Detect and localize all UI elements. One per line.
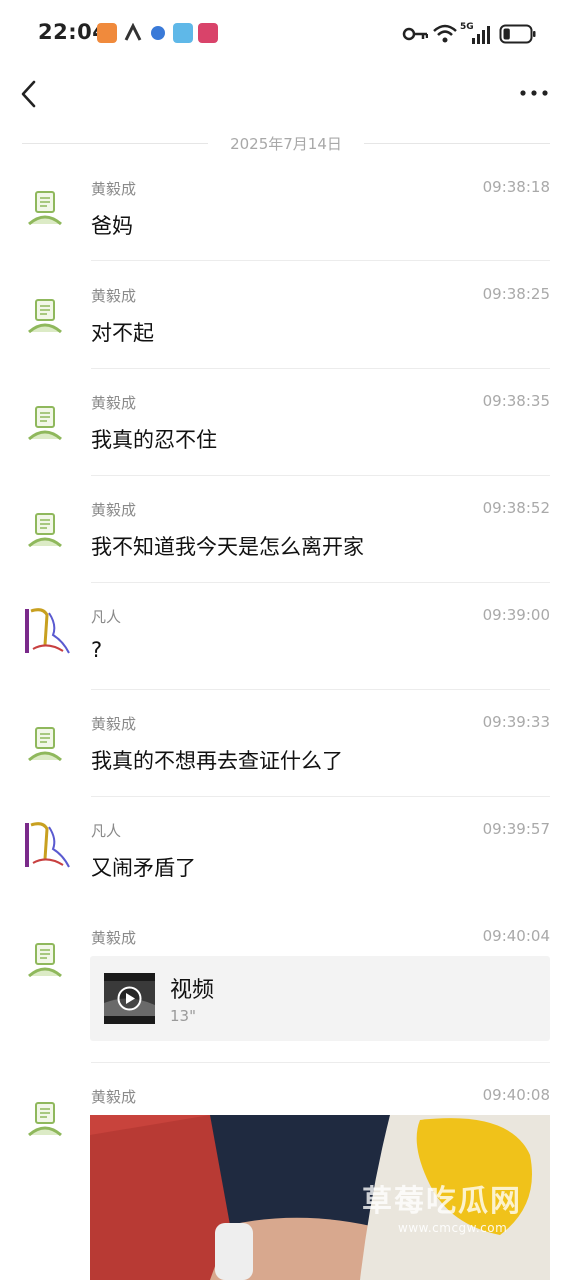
- video-title: 视频: [170, 978, 215, 1003]
- sender-name: 黄毅成: [91, 715, 137, 733]
- message-item[interactable]: 黄毅成 09:38:35 我真的忍不住: [0, 391, 573, 477]
- back-icon[interactable]: [14, 76, 48, 112]
- sender-name: 黄毅成: [91, 394, 137, 412]
- abstract-avatar-icon[interactable]: [23, 819, 73, 871]
- message-text: 对不起: [91, 321, 154, 345]
- nav-bar: [0, 66, 573, 122]
- wifi-icon: [433, 24, 457, 43]
- app-notification-icon-3: [151, 26, 165, 40]
- sender-name: 凡人: [91, 608, 122, 626]
- app-notification-icon-2: [124, 23, 142, 41]
- message-time: 09:40:08: [482, 1086, 550, 1104]
- message-text: 又闹矛盾了: [91, 856, 196, 880]
- doodle-avatar-icon[interactable]: [23, 936, 69, 982]
- message-text: 我真的忍不住: [91, 428, 217, 452]
- doodle-avatar-icon[interactable]: [23, 292, 69, 338]
- message-time: 09:38:52: [482, 499, 550, 517]
- doodle-avatar-icon[interactable]: [23, 399, 69, 445]
- doodle-avatar-icon[interactable]: [23, 184, 69, 230]
- date-separator: 2025年7月14日: [22, 132, 550, 154]
- message-item[interactable]: 黄毅成 09:38:52 我不知道我今天是怎么离开家: [0, 498, 573, 584]
- message-item[interactable]: 黄毅成 09:38:18 爸妈: [0, 176, 573, 262]
- message-item[interactable]: 凡人 09:39:57 又闹矛盾了: [0, 819, 573, 905]
- key-icon: [402, 27, 428, 41]
- message-divider: [91, 796, 550, 797]
- message-item[interactable]: 凡人 09:39:00 ?: [0, 605, 573, 691]
- message-text: ?: [91, 638, 103, 662]
- video-duration: 13": [170, 1007, 196, 1025]
- message-divider: [91, 260, 550, 261]
- status-bar: 22:04 5G: [0, 0, 573, 66]
- message-text: 我不知道我今天是怎么离开家: [91, 535, 364, 559]
- app-notification-icon-4: [173, 23, 193, 43]
- message-item[interactable]: 黄毅成 09:39:33 我真的不想再去查证什么了: [0, 712, 573, 798]
- message-time: 09:39:00: [482, 606, 550, 624]
- doodle-avatar-icon[interactable]: [23, 1095, 69, 1141]
- sender-name: 黄毅成: [91, 501, 137, 519]
- video-thumbnail: [104, 973, 155, 1024]
- more-horizontal-icon[interactable]: [515, 78, 555, 108]
- signal-icon: [472, 26, 490, 44]
- message-time: 09:39:57: [482, 820, 550, 838]
- video-card[interactable]: 视频 13": [90, 956, 550, 1041]
- sender-name: 黄毅成: [91, 1088, 137, 1106]
- message-item[interactable]: 黄毅成 09:38:25 对不起: [0, 284, 573, 370]
- message-divider: [91, 475, 550, 476]
- message-divider: [91, 582, 550, 583]
- watermark-url: www.cmcgw.com: [398, 1221, 508, 1235]
- sender-name: 黄毅成: [91, 929, 137, 947]
- sender-name: 黄毅成: [91, 180, 137, 198]
- sender-name: 黄毅成: [91, 287, 137, 305]
- message-divider: [91, 368, 550, 369]
- app-notification-icon-5: [198, 23, 218, 43]
- date-line-right: [364, 143, 550, 144]
- message-time: 09:39:33: [482, 713, 550, 731]
- app-notification-icon-1: [97, 23, 117, 43]
- abstract-avatar-icon[interactable]: [23, 605, 73, 657]
- doodle-avatar-icon[interactable]: [23, 720, 69, 766]
- message-divider: [91, 689, 550, 690]
- message-text: 我真的不想再去查证什么了: [91, 749, 343, 773]
- sender-name: 凡人: [91, 822, 122, 840]
- watermark-text: 草莓吃瓜网: [362, 1184, 522, 1219]
- doodle-avatar-icon[interactable]: [23, 506, 69, 552]
- battery-icon: [499, 24, 536, 44]
- message-text: 爸妈: [91, 214, 133, 238]
- message-time: 09:40:04: [482, 927, 550, 945]
- message-divider: [91, 1062, 550, 1063]
- message-time: 09:38:25: [482, 285, 550, 303]
- message-time: 09:38:18: [482, 178, 550, 196]
- message-time: 09:38:35: [482, 392, 550, 410]
- play-icon: [104, 981, 155, 1016]
